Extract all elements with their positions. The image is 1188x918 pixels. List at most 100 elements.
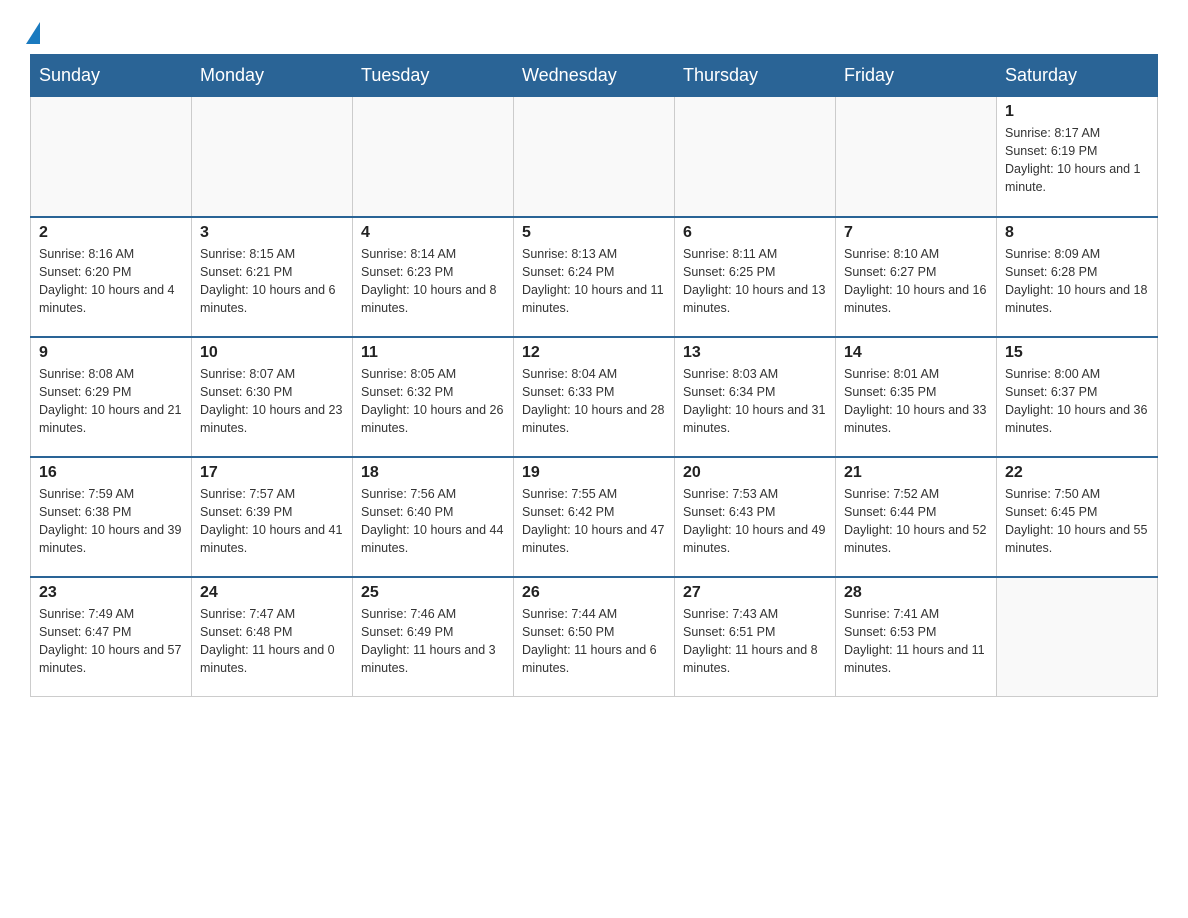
day-info: Sunrise: 8:15 AM Sunset: 6:21 PM Dayligh… <box>200 245 344 318</box>
logo <box>30 20 40 44</box>
calendar-cell: 20 Sunrise: 7:53 AM Sunset: 6:43 PM Dayli… <box>675 457 836 577</box>
calendar-week-row: 16Sunrise: 7:59 AM Sunset: 6:38 PM Dayli… <box>31 457 1158 577</box>
day-info: Sunrise: 7:52 AM Sunset: 6:44 PM Dayligh… <box>844 485 988 558</box>
calendar-cell: 8 Sunrise: 8:09 AM Sunset: 6:28 PM Daylig… <box>997 217 1158 337</box>
day-info: Sunrise: 8:10 AM Sunset: 6:27 PM Dayligh… <box>844 245 988 318</box>
calendar-header-row: SundayMondayTuesdayWednesdayThursdayFrid… <box>31 55 1158 97</box>
day-number: 17 <box>200 464 344 482</box>
day-info: Sunrise: 7:59 AM Sunset: 6:38 PM Dayligh… <box>39 485 183 558</box>
calendar-cell: 11 Sunrise: 8:05 AM Sunset: 6:32 PM Dayli… <box>353 337 514 457</box>
calendar-cell <box>675 97 836 217</box>
day-info: Sunrise: 8:01 AM Sunset: 6:35 PM Dayligh… <box>844 365 988 438</box>
calendar-cell: 13 Sunrise: 8:03 AM Sunset: 6:34 PM Dayli… <box>675 337 836 457</box>
day-number: 10 <box>200 344 344 362</box>
calendar-cell: 17 Sunrise: 7:57 AM Sunset: 6:39 PM Dayli… <box>192 457 353 577</box>
day-info: Sunrise: 7:43 AM Sunset: 6:51 PM Dayligh… <box>683 605 827 678</box>
calendar-week-row: 9 Sunrise: 8:08 AM Sunset: 6:29 PM Daylig… <box>31 337 1158 457</box>
day-number: 22 <box>1005 464 1149 482</box>
day-number: 27 <box>683 584 827 602</box>
calendar-header-friday: Friday <box>836 55 997 97</box>
day-number: 28 <box>844 584 988 602</box>
calendar-cell <box>836 97 997 217</box>
calendar-cell: 10 Sunrise: 8:07 AM Sunset: 6:30 PM Dayli… <box>192 337 353 457</box>
calendar-cell: 19Sunrise: 7:55 AM Sunset: 6:42 PM Dayli… <box>514 457 675 577</box>
day-info: Sunrise: 8:14 AM Sunset: 6:23 PM Dayligh… <box>361 245 505 318</box>
calendar-cell: 28 Sunrise: 7:41 AM Sunset: 6:53 PM Dayli… <box>836 577 997 697</box>
calendar-cell: 9 Sunrise: 8:08 AM Sunset: 6:29 PM Daylig… <box>31 337 192 457</box>
calendar-cell: 15 Sunrise: 8:00 AM Sunset: 6:37 PM Dayli… <box>997 337 1158 457</box>
calendar-cell: 7 Sunrise: 8:10 AM Sunset: 6:27 PM Daylig… <box>836 217 997 337</box>
day-number: 11 <box>361 344 505 362</box>
page-header <box>30 20 1158 44</box>
day-info: Sunrise: 7:47 AM Sunset: 6:48 PM Dayligh… <box>200 605 344 678</box>
day-info: Sunrise: 8:07 AM Sunset: 6:30 PM Dayligh… <box>200 365 344 438</box>
day-info: Sunrise: 8:13 AM Sunset: 6:24 PM Dayligh… <box>522 245 666 318</box>
calendar-cell: 23Sunrise: 7:49 AM Sunset: 6:47 PM Dayli… <box>31 577 192 697</box>
calendar-table: SundayMondayTuesdayWednesdayThursdayFrid… <box>30 54 1158 697</box>
day-info: Sunrise: 8:05 AM Sunset: 6:32 PM Dayligh… <box>361 365 505 438</box>
calendar-cell: 25 Sunrise: 7:46 AM Sunset: 6:49 PM Dayli… <box>353 577 514 697</box>
day-info: Sunrise: 8:09 AM Sunset: 6:28 PM Dayligh… <box>1005 245 1149 318</box>
day-number: 13 <box>683 344 827 362</box>
day-number: 15 <box>1005 344 1149 362</box>
calendar-cell <box>31 97 192 217</box>
day-number: 5 <box>522 224 666 242</box>
calendar-cell: 22 Sunrise: 7:50 AM Sunset: 6:45 PM Dayli… <box>997 457 1158 577</box>
calendar-week-row: 2 Sunrise: 8:16 AM Sunset: 6:20 PM Daylig… <box>31 217 1158 337</box>
day-info: Sunrise: 7:57 AM Sunset: 6:39 PM Dayligh… <box>200 485 344 558</box>
calendar-cell: 12 Sunrise: 8:04 AM Sunset: 6:33 PM Dayli… <box>514 337 675 457</box>
calendar-cell: 3 Sunrise: 8:15 AM Sunset: 6:21 PM Daylig… <box>192 217 353 337</box>
calendar-cell: 1 Sunrise: 8:17 AM Sunset: 6:19 PM Daylig… <box>997 97 1158 217</box>
calendar-cell: 4 Sunrise: 8:14 AM Sunset: 6:23 PM Daylig… <box>353 217 514 337</box>
day-number: 1 <box>1005 103 1149 121</box>
day-info: Sunrise: 7:49 AM Sunset: 6:47 PM Dayligh… <box>39 605 183 678</box>
calendar-header-thursday: Thursday <box>675 55 836 97</box>
calendar-cell: 27 Sunrise: 7:43 AM Sunset: 6:51 PM Dayli… <box>675 577 836 697</box>
calendar-cell <box>514 97 675 217</box>
calendar-header-tuesday: Tuesday <box>353 55 514 97</box>
calendar-header-sunday: Sunday <box>31 55 192 97</box>
day-info: Sunrise: 7:55 AM Sunset: 6:42 PM Dayligh… <box>522 485 666 558</box>
day-number: 25 <box>361 584 505 602</box>
day-number: 3 <box>200 224 344 242</box>
calendar-cell <box>997 577 1158 697</box>
calendar-cell: 21 Sunrise: 7:52 AM Sunset: 6:44 PM Dayli… <box>836 457 997 577</box>
day-number: 24 <box>200 584 344 602</box>
day-number: 14 <box>844 344 988 362</box>
day-info: Sunrise: 7:53 AM Sunset: 6:43 PM Dayligh… <box>683 485 827 558</box>
calendar-cell: 18 Sunrise: 7:56 AM Sunset: 6:40 PM Dayli… <box>353 457 514 577</box>
day-number: 18 <box>361 464 505 482</box>
day-info: Sunrise: 8:08 AM Sunset: 6:29 PM Dayligh… <box>39 365 183 438</box>
calendar-cell: 26 Sunrise: 7:44 AM Sunset: 6:50 PM Dayli… <box>514 577 675 697</box>
day-number: 26 <box>522 584 666 602</box>
calendar-cell: 5 Sunrise: 8:13 AM Sunset: 6:24 PM Daylig… <box>514 217 675 337</box>
day-info: Sunrise: 8:03 AM Sunset: 6:34 PM Dayligh… <box>683 365 827 438</box>
calendar-cell: 14 Sunrise: 8:01 AM Sunset: 6:35 PM Dayli… <box>836 337 997 457</box>
day-info: Sunrise: 8:04 AM Sunset: 6:33 PM Dayligh… <box>522 365 666 438</box>
day-info: Sunrise: 8:16 AM Sunset: 6:20 PM Dayligh… <box>39 245 183 318</box>
day-number: 9 <box>39 344 183 362</box>
calendar-header-wednesday: Wednesday <box>514 55 675 97</box>
calendar-cell: 16Sunrise: 7:59 AM Sunset: 6:38 PM Dayli… <box>31 457 192 577</box>
calendar-cell: 2 Sunrise: 8:16 AM Sunset: 6:20 PM Daylig… <box>31 217 192 337</box>
calendar-cell <box>353 97 514 217</box>
day-number: 12 <box>522 344 666 362</box>
day-number: 8 <box>1005 224 1149 242</box>
day-number: 4 <box>361 224 505 242</box>
calendar-cell <box>192 97 353 217</box>
calendar-cell: 24 Sunrise: 7:47 AM Sunset: 6:48 PM Dayli… <box>192 577 353 697</box>
day-info: Sunrise: 7:41 AM Sunset: 6:53 PM Dayligh… <box>844 605 988 678</box>
day-number: 7 <box>844 224 988 242</box>
day-info: Sunrise: 7:56 AM Sunset: 6:40 PM Dayligh… <box>361 485 505 558</box>
day-number: 2 <box>39 224 183 242</box>
day-info: Sunrise: 7:50 AM Sunset: 6:45 PM Dayligh… <box>1005 485 1149 558</box>
calendar-week-row: 1 Sunrise: 8:17 AM Sunset: 6:19 PM Daylig… <box>31 97 1158 217</box>
day-number: 21 <box>844 464 988 482</box>
day-number: 20 <box>683 464 827 482</box>
day-info: Sunrise: 8:17 AM Sunset: 6:19 PM Dayligh… <box>1005 124 1149 197</box>
day-info: Sunrise: 8:00 AM Sunset: 6:37 PM Dayligh… <box>1005 365 1149 438</box>
logo-text <box>30 20 40 44</box>
day-info: Sunrise: 7:44 AM Sunset: 6:50 PM Dayligh… <box>522 605 666 678</box>
day-info: Sunrise: 7:46 AM Sunset: 6:49 PM Dayligh… <box>361 605 505 678</box>
calendar-cell: 6Sunrise: 8:11 AM Sunset: 6:25 PM Daylig… <box>675 217 836 337</box>
